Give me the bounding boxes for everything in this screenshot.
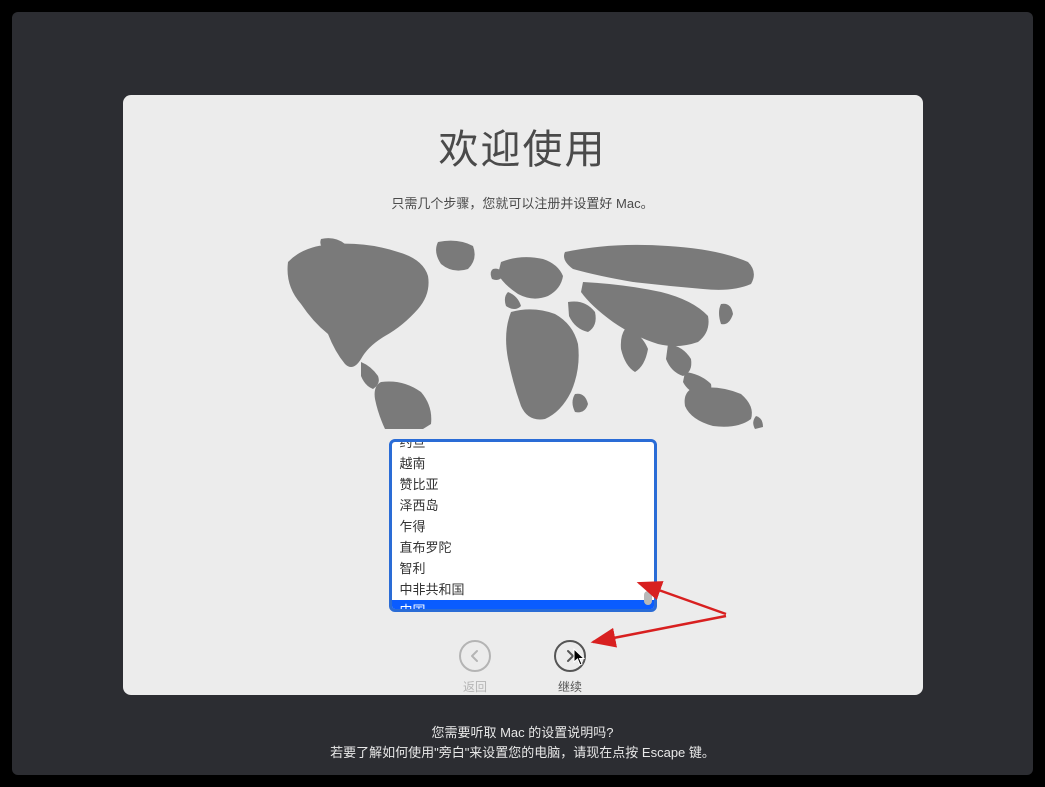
back-button: 返回 bbox=[459, 640, 491, 695]
world-map bbox=[273, 234, 773, 429]
country-item[interactable]: 乍得 bbox=[392, 516, 654, 537]
welcome-panel: 欢迎使用 只需几个步骤，您就可以注册并设置好 Mac。 bbox=[123, 95, 923, 695]
footer-line-2: 若要了解如何使用"旁白"来设置您的电脑，请现在点按 Escape 键。 bbox=[330, 743, 715, 763]
nav-buttons: 返回 继续 bbox=[459, 640, 586, 695]
page-subtitle: 只需几个步骤，您就可以注册并设置好 Mac。 bbox=[391, 193, 653, 212]
page-title: 欢迎使用 bbox=[439, 117, 607, 175]
setup-window: 欢迎使用 只需几个步骤，您就可以注册并设置好 Mac。 bbox=[12, 12, 1033, 775]
country-item[interactable]: 约旦 bbox=[392, 442, 654, 453]
continue-label: 继续 bbox=[558, 678, 582, 695]
country-item[interactable]: 中非共和国 bbox=[392, 579, 654, 600]
country-list[interactable]: 约旦越南赞比亚泽西岛乍得直布罗陀智利中非共和国中国 bbox=[389, 439, 657, 612]
footer-line-1: 您需要听取 Mac 的设置说明吗? bbox=[330, 723, 715, 743]
country-item[interactable]: 赞比亚 bbox=[392, 474, 654, 495]
country-item[interactable]: 越南 bbox=[392, 453, 654, 474]
country-item[interactable]: 智利 bbox=[392, 558, 654, 579]
continue-button[interactable]: 继续 bbox=[554, 640, 586, 695]
arrow-left-icon bbox=[459, 640, 491, 672]
country-item[interactable]: 泽西岛 bbox=[392, 495, 654, 516]
arrow-right-icon bbox=[554, 640, 586, 672]
back-label: 返回 bbox=[463, 678, 487, 695]
footer-help-text: 您需要听取 Mac 的设置说明吗? 若要了解如何使用"旁白"来设置您的电脑，请现… bbox=[330, 723, 715, 762]
country-item[interactable]: 中国 bbox=[392, 600, 654, 609]
country-item[interactable]: 直布罗陀 bbox=[392, 537, 654, 558]
